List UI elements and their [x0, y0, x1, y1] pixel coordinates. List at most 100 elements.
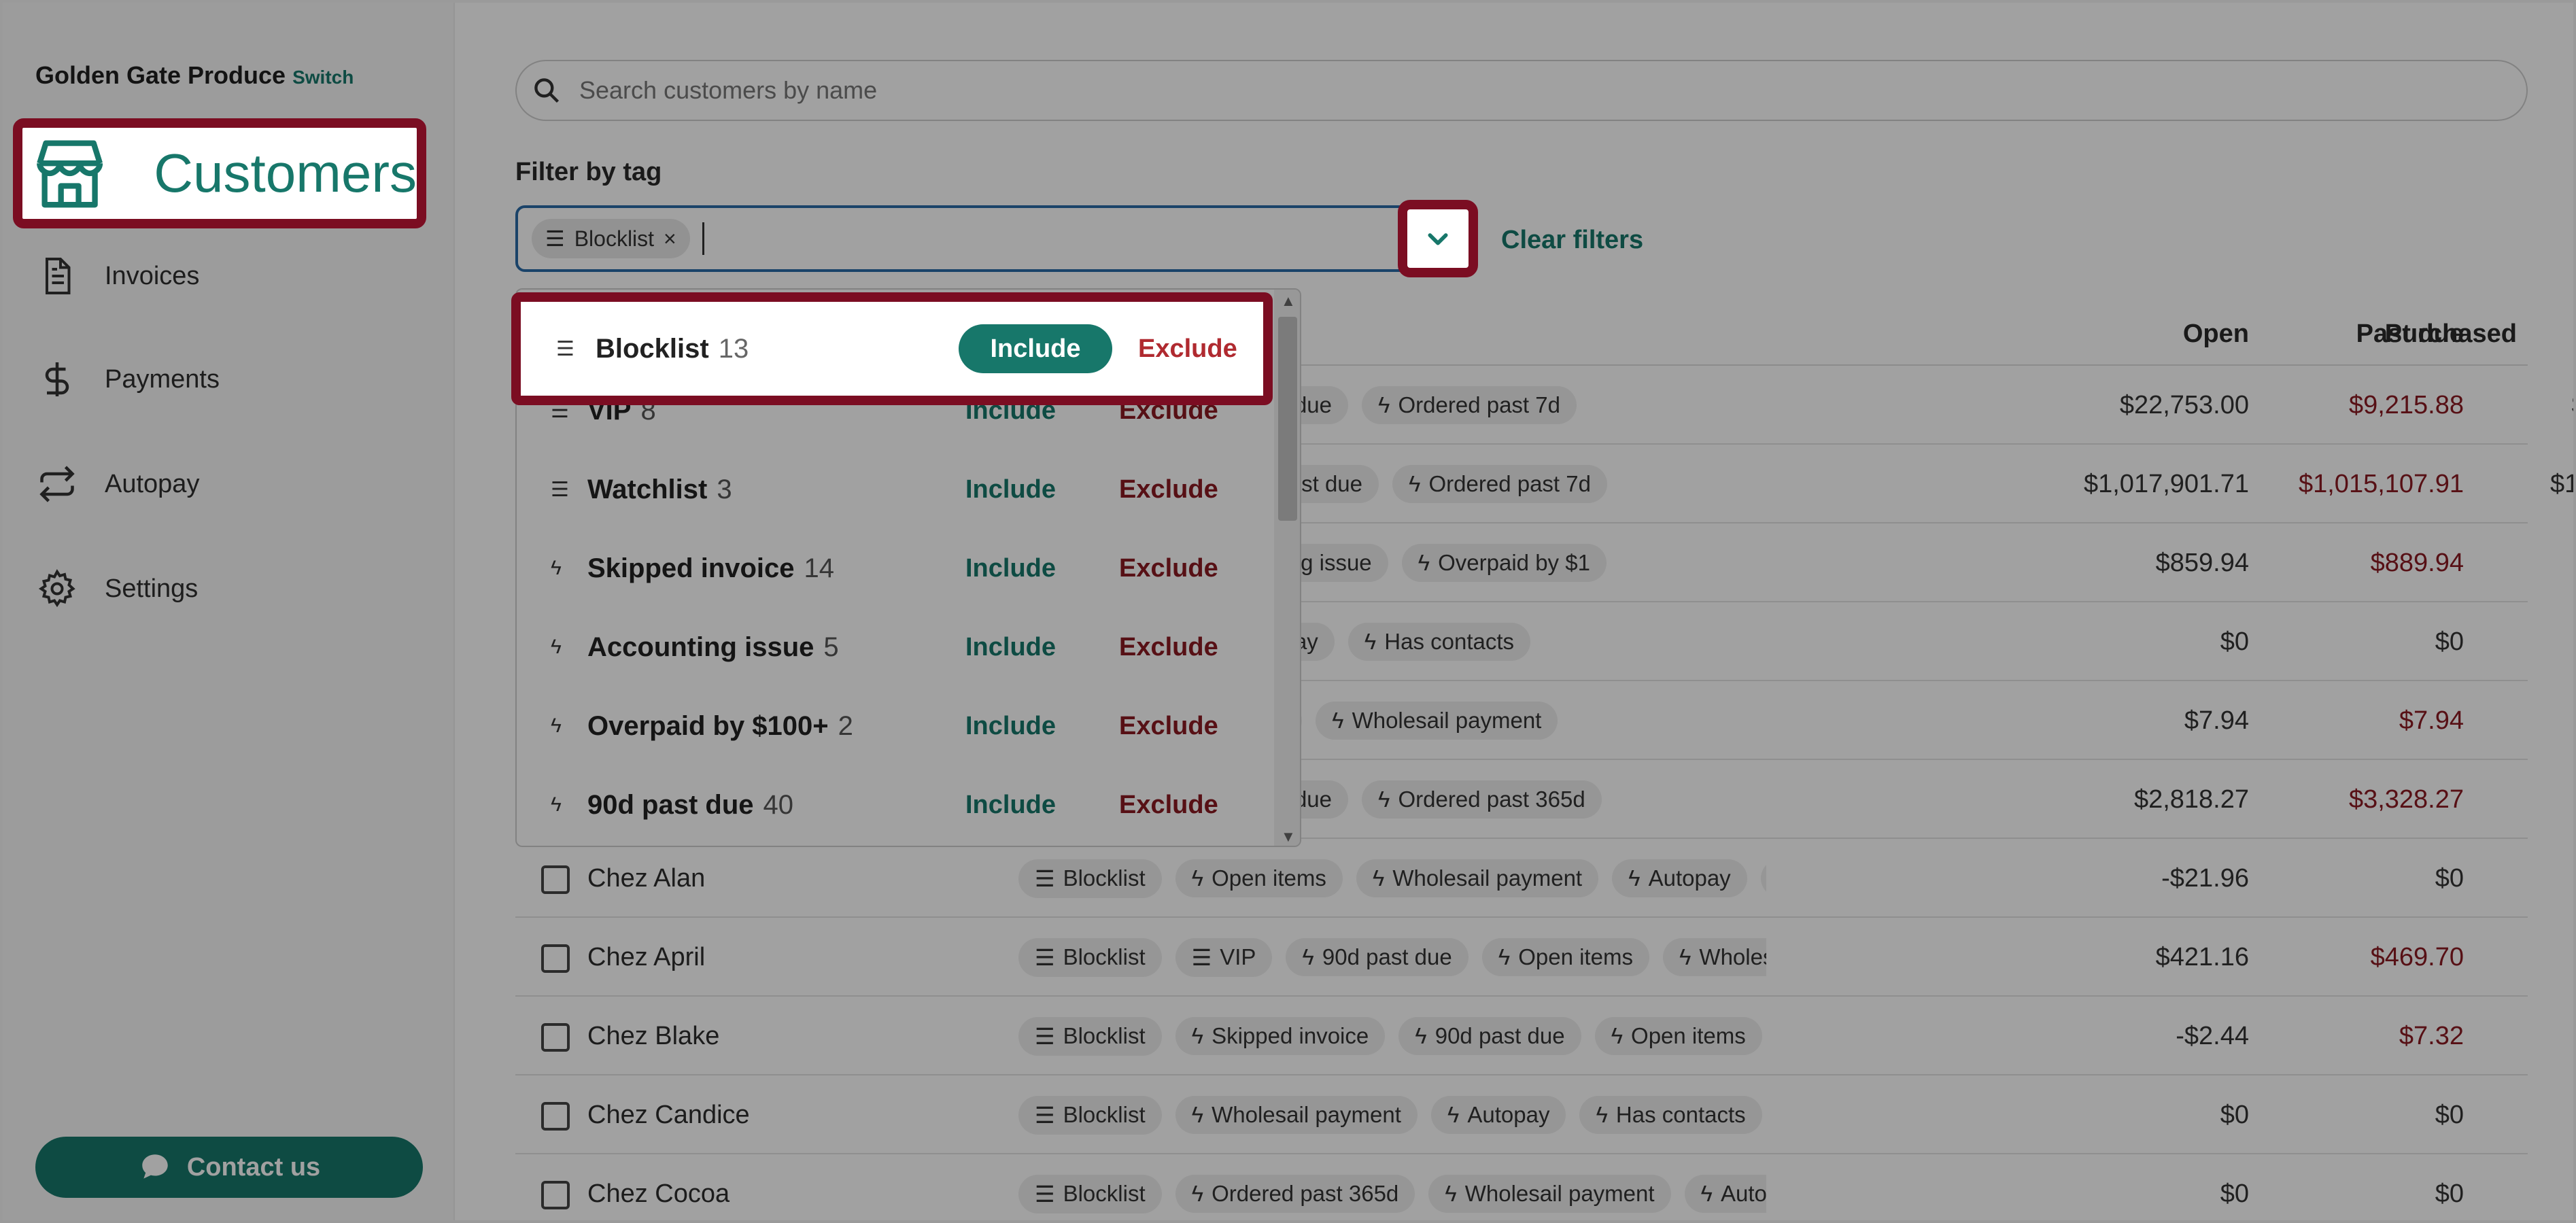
table-row[interactable]: Chez Candice ☰ Blocklist ϟ Wholesail payment…: [515, 1075, 2528, 1154]
tag-label: Autopay: [1648, 865, 1731, 891]
open-amount: $0: [2220, 627, 2249, 656]
customer-name[interactable]: Chez Cocoa: [587, 1154, 729, 1220]
include-button[interactable]: Include: [959, 324, 1112, 373]
include-button[interactable]: Include: [965, 791, 1056, 820]
row-checkbox[interactable]: [541, 865, 570, 894]
exclude-button[interactable]: Exclude: [1119, 475, 1218, 504]
tag-chip: ϟ Open items: [1481, 938, 1649, 976]
option-label: Overpaid by $100+: [587, 710, 829, 741]
table-row[interactable]: Chez Alan ☰ Blocklist ϟ Open items ϟ Wholesail…: [515, 839, 2528, 918]
tag-chip: ϟ 90d past due: [1286, 938, 1469, 976]
tag-label: Open items: [1518, 944, 1633, 969]
dropdown-toggle-button[interactable]: [1398, 200, 1478, 277]
clear-filters-link[interactable]: Clear filters: [1501, 226, 1643, 255]
bolt-icon: ϟ: [1191, 1023, 1204, 1048]
bolt-icon: ϟ: [551, 714, 562, 737]
dollar-icon: [45, 362, 69, 396]
sidebar-item-customers[interactable]: Customers: [13, 118, 426, 228]
tag-chip: ϟ Wholesail payment: [1356, 859, 1599, 897]
include-button[interactable]: Include: [965, 554, 1056, 583]
exclude-button[interactable]: Exclude: [1119, 712, 1218, 741]
dropdown-option[interactable]: ϟ 90d past due 40 Include Exclude: [517, 765, 1271, 844]
row-checkbox[interactable]: [541, 1102, 570, 1131]
row-checkbox[interactable]: [541, 1023, 570, 1052]
search-input[interactable]: Search customers by name: [515, 60, 2528, 121]
dropdown-option[interactable]: ☰ Watchlist 3 Include Exclude: [517, 450, 1271, 529]
dropdown-option[interactable]: ϟ Skipped invoice 14 Include Exclude: [517, 529, 1271, 608]
dropdown-scrollbar[interactable]: ▲ ▼: [1274, 290, 1300, 846]
row-checkbox[interactable]: [541, 944, 570, 973]
open-amount: $0: [2220, 1179, 2249, 1208]
dropdown-option[interactable]: ϟ Accounting issue 5 Include Exclude: [517, 608, 1271, 687]
past-due-amount: $0: [2435, 627, 2464, 656]
tag-chip: ϟ Wholesail payment: [1428, 1175, 1671, 1213]
option-count: 2: [838, 710, 853, 741]
tag-chip: ϟ Autopay: [1430, 1096, 1566, 1134]
purchased-amount: $0: [2473, 602, 2573, 681]
list-icon: ☰: [556, 337, 574, 360]
sidebar-item-autopay[interactable]: Autopay: [37, 457, 199, 511]
exclude-button[interactable]: Exclude: [1119, 633, 1218, 662]
column-purchased-label: Purchased: [2384, 319, 2517, 348]
column-open[interactable]: Open: [2079, 302, 2249, 366]
table-row[interactable]: Chez Cocoa ☰ Blocklist ϟ Ordered past 365d ϟ W…: [515, 1154, 2528, 1220]
include-button[interactable]: Include: [965, 475, 1056, 504]
purchased-amount: $7.94: [2473, 681, 2573, 760]
option-label: Skipped invoice: [587, 553, 795, 583]
customer-name[interactable]: Chez Blake: [587, 997, 719, 1075]
table-row[interactable]: Chez April ☰ Blocklist ☰ VIP ϟ 90d past due ϟ Op…: [515, 918, 2528, 997]
row-checkbox[interactable]: [541, 1181, 570, 1209]
sidebar-item-invoices[interactable]: Invoices: [37, 249, 199, 303]
exclude-button[interactable]: Exclude: [1119, 791, 1218, 820]
customer-name[interactable]: Chez April: [587, 918, 705, 997]
tag-chip: ☰ Blocklist: [1018, 1016, 1162, 1056]
open-amount: $7.94: [2184, 706, 2249, 735]
sidebar-item-payments[interactable]: Payments: [37, 352, 220, 407]
tag-label: Autopay: [1467, 1102, 1550, 1127]
dropdown-option[interactable]: ϟ Overpaid by $100+ 2 Include Exclude: [517, 687, 1271, 765]
past-due-amount: $0: [2435, 1179, 2464, 1208]
customer-name[interactable]: Chez Candice: [587, 1075, 750, 1154]
option-count: 13: [718, 333, 749, 364]
filter-label: Filter by tag: [515, 158, 662, 186]
option-name: Accounting issue 5: [587, 632, 839, 663]
tag-label: Blocklist: [1063, 1181, 1146, 1206]
table-row[interactable]: Chez Blake ☰ Blocklist ϟ Skipped invoice ϟ 90d…: [515, 997, 2528, 1075]
tag-chip: ϟ Wholesail payment: [1316, 702, 1558, 740]
bolt-icon: ϟ: [1378, 392, 1390, 417]
include-button[interactable]: Include: [965, 633, 1056, 662]
chip-remove-icon[interactable]: ×: [664, 226, 676, 252]
tag-label: Blocklist: [1063, 944, 1146, 969]
open-amount: $2,818.27: [2133, 785, 2249, 814]
text-caret: [702, 222, 704, 255]
scrollbar-thumb[interactable]: [1278, 317, 1297, 521]
tag-chip: ϟ Open items: [1594, 1017, 1762, 1055]
sidebar-item-label: Settings: [105, 574, 199, 603]
purchased-value: $1,017,999.72: [2549, 469, 2573, 498]
row-tags: ☰ Blocklist ϟ Wholesail payment ϟ Autopay ϟ Has…: [1018, 1075, 1766, 1154]
dropdown-option-blocklist[interactable]: ☰ Blocklist 13 Include Exclude: [511, 292, 1273, 405]
tag-chip: ϟ Wholesail pa: [1662, 938, 1766, 976]
exclude-button[interactable]: Exclude: [1138, 334, 1237, 364]
contact-us-button[interactable]: Contact us: [35, 1137, 423, 1198]
tag-chip: ☰ Blocklist: [1018, 1174, 1162, 1213]
tag-filter-input[interactable]: ☰ Blocklist ×: [515, 205, 1433, 272]
gear-icon: [38, 569, 75, 608]
tag-chip: ϟ Autopay: [1684, 1175, 1766, 1213]
switch-link[interactable]: Switch: [292, 67, 354, 88]
bolt-icon: ϟ: [1700, 1181, 1713, 1206]
include-button[interactable]: Include: [965, 712, 1056, 741]
autopay-icon: [39, 466, 75, 502]
scroll-up-icon[interactable]: ▲: [1281, 292, 1296, 310]
chevron-down-icon: [1428, 233, 1448, 245]
sidebar-item-label: Autopay: [105, 469, 200, 498]
past-due-amount: $7.94: [2399, 706, 2464, 735]
scroll-down-icon[interactable]: ▼: [1281, 828, 1296, 846]
customer-name[interactable]: Chez Alan: [587, 839, 705, 918]
option-count: 14: [804, 553, 835, 583]
bolt-icon: ϟ: [1596, 1102, 1608, 1127]
sidebar-item-settings[interactable]: Settings: [37, 562, 198, 616]
exclude-button[interactable]: Exclude: [1119, 554, 1218, 583]
bolt-icon: ϟ: [1378, 787, 1390, 812]
purchased-amount: $1,017,999.72: [2473, 445, 2573, 523]
